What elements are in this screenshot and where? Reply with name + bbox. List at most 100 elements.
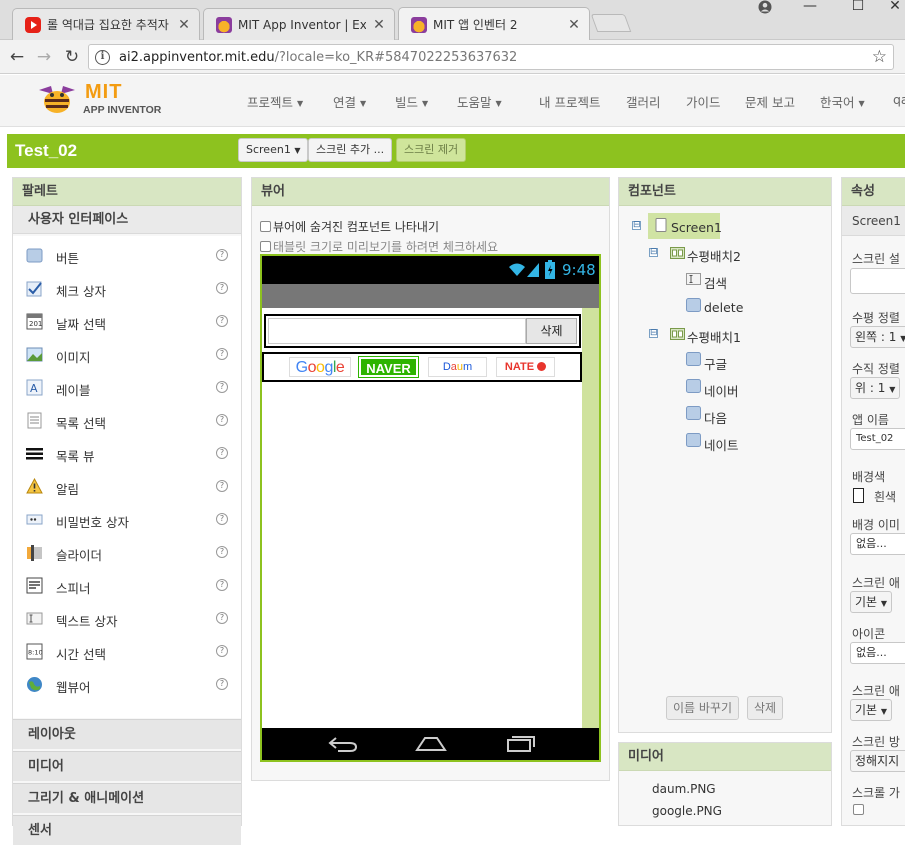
palette-category-layout[interactable]: 레이아웃 <box>13 719 241 749</box>
help-icon[interactable]: ? <box>216 579 228 591</box>
google-button[interactable]: Google <box>289 357 351 377</box>
palette-item-textbox[interactable]: 텍스트 상자? <box>13 603 241 636</box>
horizontal-arrangement-1[interactable]: Google NAVER Daum NATE <box>262 352 582 382</box>
remove-screen-button[interactable]: 스크린 제거 <box>396 138 467 162</box>
nate-button[interactable]: NATE <box>496 357 555 377</box>
back-icon[interactable]: ← <box>5 46 29 68</box>
forward-icon[interactable]: → <box>32 46 56 68</box>
tablet-preview-option[interactable]: 태블릿 크기로 미리보기를 하려면 체크하세요 <box>260 238 498 255</box>
delete-button[interactable]: 삭제 <box>526 318 577 344</box>
menu-my-projects[interactable]: 내 프로젝트 <box>539 92 600 111</box>
show-hidden-components-option[interactable]: 뷰어에 숨겨진 컴포넌트 나타내기 <box>260 218 439 235</box>
horizontal-arrangement-2[interactable]: 삭제 <box>264 314 581 348</box>
palette-item-slider[interactable]: 슬라이더? <box>13 537 241 570</box>
prop-align-vertical-select[interactable]: 위 : 1 ▼ <box>850 377 901 399</box>
palette-item-button[interactable]: 버튼? <box>13 240 241 273</box>
prop-background-image-input[interactable]: 없음... <box>850 533 905 555</box>
palette-item-spinner[interactable]: 스피너? <box>13 570 241 603</box>
help-icon[interactable]: ? <box>216 249 228 261</box>
new-tab-button[interactable] <box>590 14 632 32</box>
tree-node-delete[interactable]: delete <box>704 300 743 315</box>
help-icon[interactable]: ? <box>216 447 228 459</box>
search-textbox[interactable] <box>268 318 526 344</box>
tree-node-screen1[interactable]: Screen1 <box>671 220 722 235</box>
palette-item-date-picker[interactable]: 2011 날짜 선택? <box>13 306 241 339</box>
account-icon[interactable] <box>750 0 780 14</box>
palette-item-webviewer[interactable]: 웹뷰어? <box>13 669 241 702</box>
tablet-preview-checkbox[interactable] <box>260 241 271 252</box>
media-file-daum[interactable]: daum.PNG <box>652 782 716 796</box>
minimize-icon[interactable]: — <box>795 0 825 14</box>
collapse-toggle[interactable]: ⊟ <box>632 221 641 230</box>
palette-category-sensors[interactable]: 센서 <box>13 815 241 845</box>
menu-language[interactable]: 한국어 ▼ <box>820 92 865 111</box>
tree-node-daum[interactable]: 다음 <box>704 408 727 427</box>
palette-item-label[interactable]: A 레이블? <box>13 372 241 405</box>
add-screen-button[interactable]: 스크린 추가 ... <box>308 138 393 162</box>
reload-icon[interactable]: ↻ <box>60 46 84 68</box>
tree-node-horizontal-arrangement-2[interactable]: 수평배치2 <box>687 246 741 265</box>
tree-node-horizontal-arrangement-1[interactable]: 수평배치1 <box>687 327 741 346</box>
help-icon[interactable]: ? <box>216 315 228 327</box>
prop-app-name-input[interactable]: Test_02 <box>850 428 905 450</box>
menu-guide[interactable]: 가이드 <box>686 92 721 111</box>
daum-button[interactable]: Daum <box>428 357 487 377</box>
show-hidden-checkbox[interactable] <box>260 221 271 232</box>
bookmark-star-icon[interactable]: ☆ <box>872 47 887 67</box>
help-icon[interactable]: ? <box>216 381 228 393</box>
screen-select-dropdown[interactable]: Screen1 ▼ <box>238 138 309 162</box>
palette-item-list-view[interactable]: 목록 뷰? <box>13 438 241 471</box>
help-icon[interactable]: ? <box>216 282 228 294</box>
palette-item-image[interactable]: 이미지? <box>13 339 241 372</box>
tree-node-search[interactable]: 검색 <box>704 273 727 292</box>
browser-tab-youtube[interactable]: 롤 역대급 집요한 추적자 ✕ <box>12 8 200 40</box>
help-icon[interactable]: ? <box>216 513 228 525</box>
collapse-toggle[interactable]: ⊟ <box>649 329 658 338</box>
menu-account[interactable]: qa <box>893 92 905 107</box>
help-icon[interactable]: ? <box>216 678 228 690</box>
prop-open-animation-select[interactable]: 기본 ▼ <box>850 591 893 613</box>
menu-gallery[interactable]: 갤러리 <box>626 92 661 111</box>
prop-align-horizontal-select[interactable]: 왼쪽 : 1 ▼ <box>850 326 905 348</box>
prop-about-screen-input[interactable] <box>850 268 905 294</box>
info-icon[interactable]: i <box>95 50 110 65</box>
palette-item-notifier[interactable]: 알림? <box>13 471 241 504</box>
tree-node-nate[interactable]: 네이트 <box>704 435 739 454</box>
prop-icon-input[interactable]: 없음... <box>850 642 905 664</box>
menu-help[interactable]: 도움말 ▼ <box>457 92 502 111</box>
tree-node-naver[interactable]: 네이버 <box>704 381 739 400</box>
close-icon[interactable]: ✕ <box>567 17 581 33</box>
browser-tab-appinventor-explore[interactable]: MIT App Inventor | Expl ✕ <box>203 8 395 40</box>
help-icon[interactable]: ? <box>216 348 228 360</box>
tree-node-google[interactable]: 구글 <box>704 354 727 373</box>
palette-item-password-textbox[interactable]: 비밀번호 상자? <box>13 504 241 537</box>
delete-component-button[interactable]: 삭제 <box>747 696 784 720</box>
help-icon[interactable]: ? <box>216 480 228 492</box>
mit-appinventor-logo[interactable]: MIT APP INVENTOR <box>35 80 165 122</box>
rename-component-button[interactable]: 이름 바꾸기 <box>666 696 740 720</box>
maximize-icon[interactable]: ☐ <box>843 0 873 14</box>
close-icon[interactable]: ✕ <box>372 17 386 33</box>
palette-category-media[interactable]: 미디어 <box>13 751 241 781</box>
help-icon[interactable]: ? <box>216 645 228 657</box>
media-file-google[interactable]: google.PNG <box>652 804 722 818</box>
naver-button[interactable]: NAVER <box>358 356 419 378</box>
window-close-icon[interactable]: ✕ <box>880 0 905 14</box>
color-swatch-white[interactable] <box>853 488 864 503</box>
menu-build[interactable]: 빌드 ▼ <box>395 92 428 111</box>
prop-close-animation-select[interactable]: 기본 ▼ <box>850 699 893 721</box>
browser-tab-appinventor-active[interactable]: MIT 앱 인벤터 2 ✕ <box>398 7 590 41</box>
palette-category-user-interface[interactable]: 사용자 인터페이스 <box>13 206 241 234</box>
menu-report-issue[interactable]: 문제 보고 <box>745 92 795 111</box>
menu-connect[interactable]: 연결 ▼ <box>333 92 366 111</box>
palette-item-checkbox[interactable]: 체크 상자? <box>13 273 241 306</box>
collapse-toggle[interactable]: ⊟ <box>649 248 658 257</box>
close-icon[interactable]: ✕ <box>177 17 191 33</box>
palette-item-time-picker[interactable]: 8:10 시간 선택? <box>13 636 241 669</box>
prop-background-color-value[interactable]: 흰색 <box>874 488 896 505</box>
palette-item-list-picker[interactable]: 목록 선택? <box>13 405 241 438</box>
menu-project[interactable]: 프로젝트 ▼ <box>247 92 303 111</box>
help-icon[interactable]: ? <box>216 546 228 558</box>
prop-screen-orientation-select[interactable]: 정해지지 <box>850 750 905 772</box>
prop-scrollable-checkbox[interactable] <box>853 804 864 815</box>
